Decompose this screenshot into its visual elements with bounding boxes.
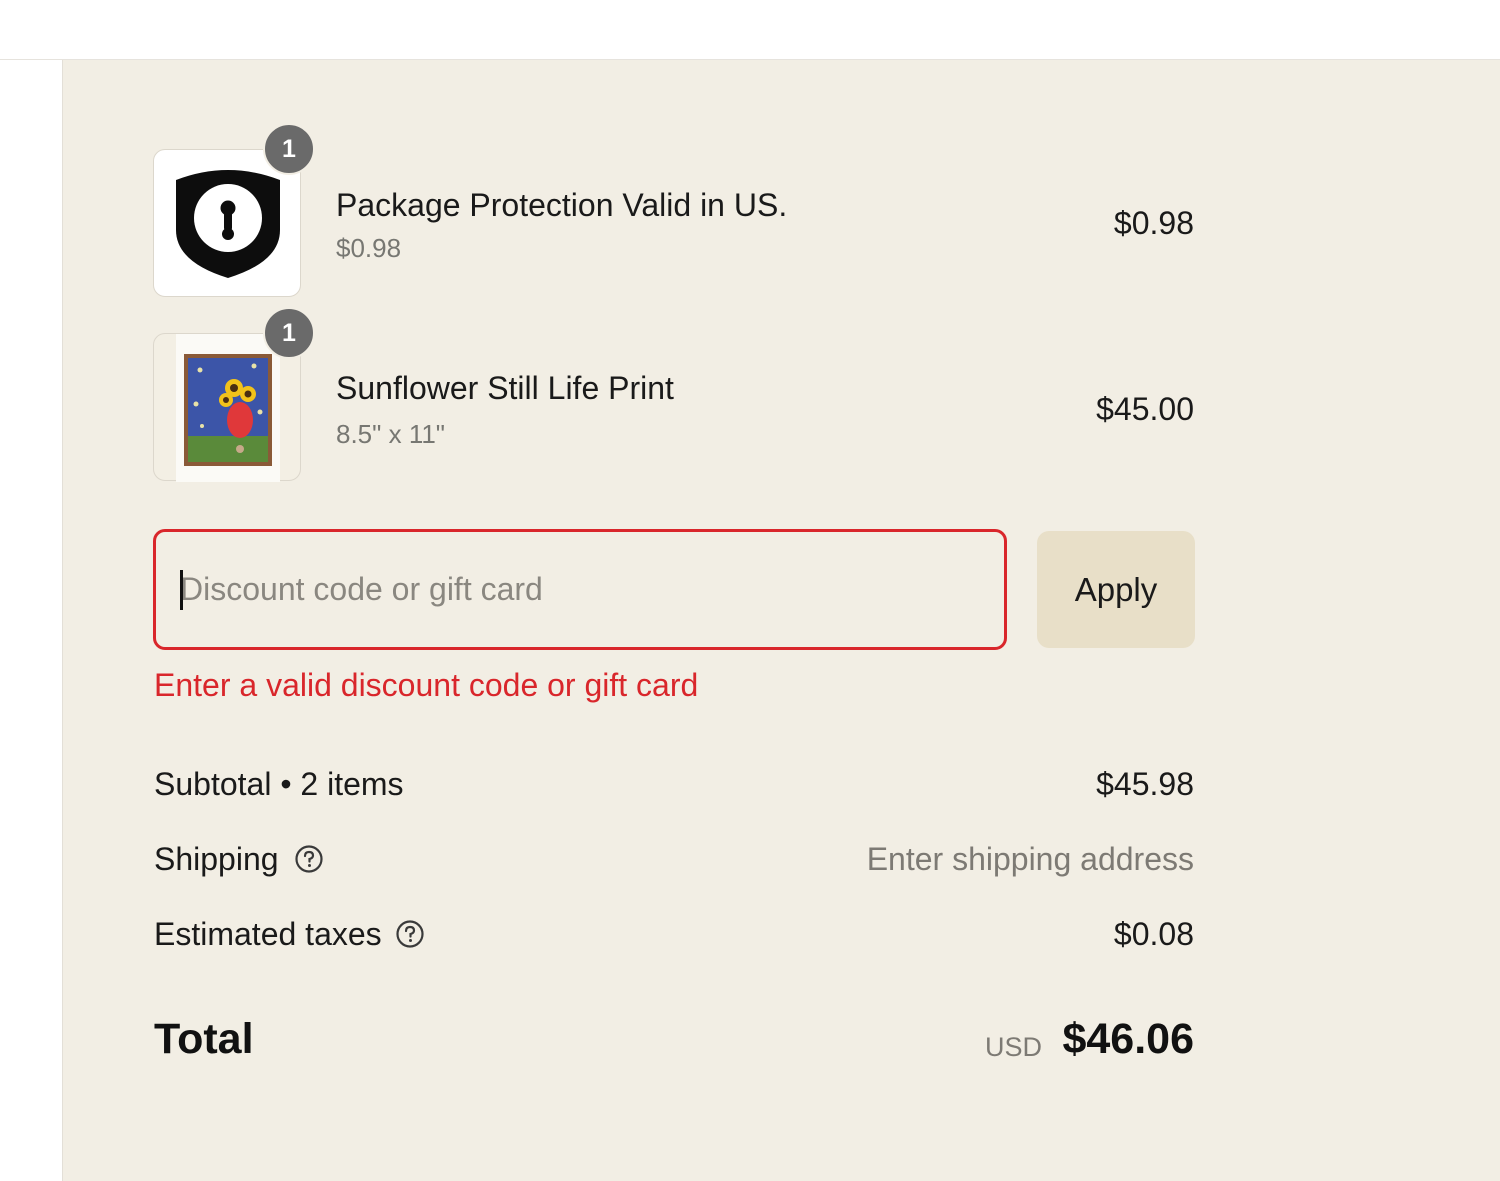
discount-code-input[interactable] <box>153 529 1007 650</box>
item-title: Sunflower Still Life Print <box>336 370 674 406</box>
top-header-bar <box>0 0 1500 60</box>
shipping-label: Shipping <box>154 841 279 877</box>
currency-code: USD <box>984 1032 1042 1062</box>
apply-discount-button[interactable]: Apply <box>1037 531 1195 648</box>
help-icon[interactable] <box>294 844 324 874</box>
item-subtitle: 8.5" x 11" <box>336 419 446 449</box>
item-price: $0.98 <box>1113 205 1194 241</box>
taxes-value: $0.08 <box>1113 916 1194 952</box>
quantity-badge: 1 <box>263 123 315 175</box>
subtotal-label: Subtotal • 2 items <box>154 766 404 802</box>
quantity-badge: 1 <box>263 307 315 359</box>
order-summary-panel: 1 Package Protection Valid in US. $0.98 … <box>63 60 1500 1181</box>
item-title: Package Protection Valid in US. <box>336 187 788 223</box>
line-item: 1 Sunflower Still Life Print 8.5" x 11" … <box>153 307 1194 483</box>
main-content-pane <box>0 60 63 1181</box>
discount-error-message: Enter a valid discount code or gift card <box>154 667 699 703</box>
subtotal-value: $45.98 <box>1096 766 1194 802</box>
item-price: $45.00 <box>1096 391 1194 427</box>
item-subtitle: $0.98 <box>336 233 402 263</box>
help-icon[interactable] <box>395 919 425 949</box>
checkout-page: 1 Package Protection Valid in US. $0.98 … <box>0 0 1500 1181</box>
total-label: Total <box>154 1015 254 1063</box>
line-item: 1 Package Protection Valid in US. $0.98 … <box>153 123 1194 299</box>
total-value: $46.06 <box>1062 1015 1194 1063</box>
text-cursor <box>180 570 183 610</box>
shipping-value: Enter shipping address <box>866 841 1194 877</box>
taxes-label: Estimated taxes <box>154 916 382 952</box>
